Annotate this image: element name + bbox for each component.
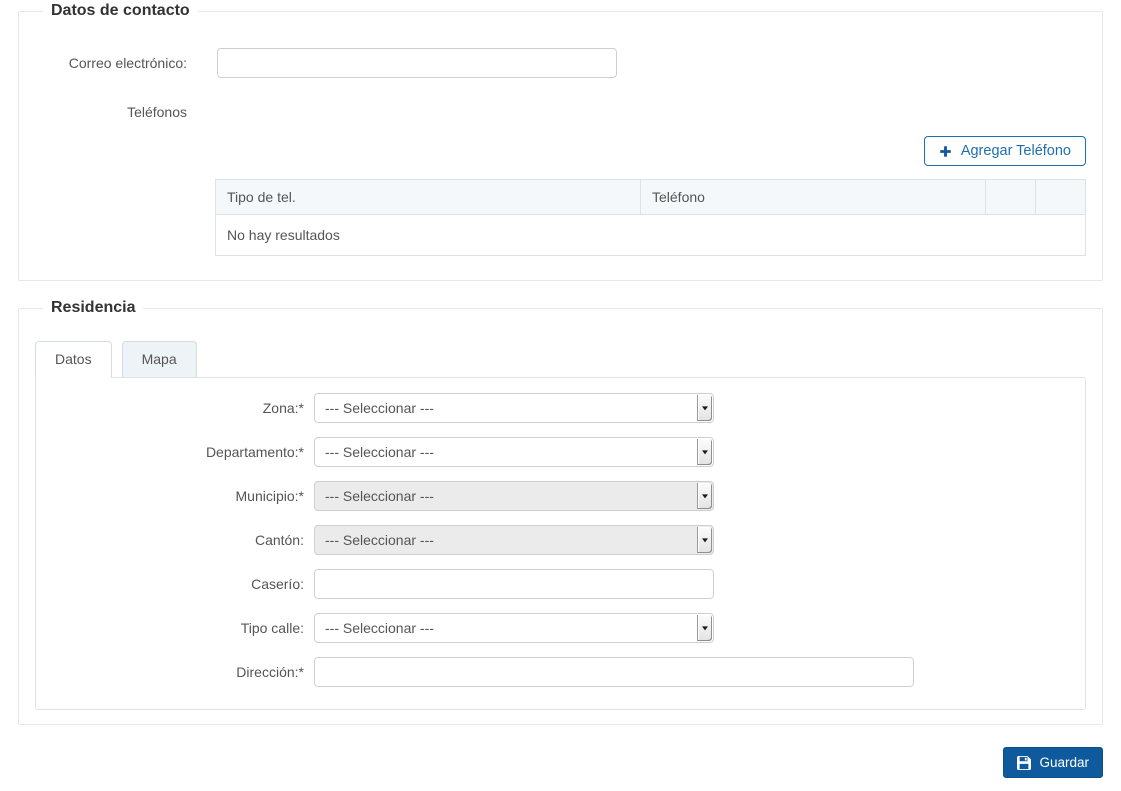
tipo-calle-row: Tipo calle: --- Seleccionar --- xyxy=(50,613,1071,643)
zona-select[interactable]: --- Seleccionar --- xyxy=(314,393,714,423)
departamento-select[interactable]: --- Seleccionar --- xyxy=(314,437,714,467)
direccion-label: Dirección:* xyxy=(236,664,304,680)
email-label: Correo electrónico: xyxy=(68,55,187,71)
phones-label: Teléfonos xyxy=(127,104,187,120)
departamento-label: Departamento:* xyxy=(205,444,304,460)
phones-table-header-row: Tipo de tel. Teléfono xyxy=(215,179,1086,215)
phones-table-empty-row: No hay resultados xyxy=(215,214,1086,256)
residence-tabs: Datos Mapa xyxy=(35,341,1086,378)
phones-table-header-phone: Teléfono xyxy=(640,179,986,215)
phones-label-row: Teléfonos xyxy=(35,104,1086,120)
tipo-calle-label: Tipo calle: xyxy=(240,620,304,636)
departamento-row: Departamento:* --- Seleccionar --- xyxy=(50,437,1071,467)
tab-datos[interactable]: Datos xyxy=(35,341,112,378)
canton-select: --- Seleccionar --- xyxy=(314,525,714,555)
municipio-select-value: --- Seleccionar --- xyxy=(325,488,434,504)
phones-table-header-action2 xyxy=(1035,179,1086,215)
save-button[interactable]: Guardar xyxy=(1003,747,1103,778)
add-phone-button[interactable]: Agregar Teléfono xyxy=(923,136,1086,166)
zona-row: Zona:* --- Seleccionar --- xyxy=(50,393,1071,423)
phones-table-header-type: Tipo de tel. xyxy=(215,179,641,215)
chevron-down-icon xyxy=(697,395,712,421)
add-phone-button-label: Agregar Teléfono xyxy=(960,143,1071,159)
zona-label: Zona:* xyxy=(262,400,304,416)
tipo-calle-select-value: --- Seleccionar --- xyxy=(325,620,434,636)
caserio-row: Caserío: xyxy=(50,569,1071,599)
residence-section-legend: Residencia xyxy=(51,299,136,316)
residence-section: Residencia Datos Mapa Zona:* --- Selecci… xyxy=(18,299,1103,725)
zona-select-value: --- Seleccionar --- xyxy=(325,400,434,416)
contact-section-legend: Datos de contacto xyxy=(51,2,190,19)
phones-table-header-action1 xyxy=(985,179,1036,215)
contact-data-section: Datos de contacto Correo electrónico: Te… xyxy=(18,2,1103,281)
save-button-label: Guardar xyxy=(1039,755,1089,770)
municipio-label: Municipio:* xyxy=(235,488,304,504)
footer-actions: Guardar xyxy=(18,747,1103,778)
plus-icon xyxy=(939,145,952,158)
canton-row: Cantón: --- Seleccionar --- xyxy=(50,525,1071,555)
departamento-select-value: --- Seleccionar --- xyxy=(325,444,434,460)
residence-datos-panel: Zona:* --- Seleccionar --- Departamento:… xyxy=(35,377,1086,710)
email-row: Correo electrónico: xyxy=(35,48,1086,78)
direccion-input[interactable] xyxy=(314,657,914,687)
municipio-row: Municipio:* --- Seleccionar --- xyxy=(50,481,1071,511)
email-input[interactable] xyxy=(217,48,617,78)
municipio-select: --- Seleccionar --- xyxy=(314,481,714,511)
chevron-down-icon xyxy=(697,527,712,553)
tipo-calle-select[interactable]: --- Seleccionar --- xyxy=(314,613,714,643)
add-phone-button-row: Agregar Teléfono xyxy=(215,136,1086,166)
caserio-label: Caserío: xyxy=(251,576,304,592)
chevron-down-icon xyxy=(697,615,712,641)
direccion-row: Dirección:* xyxy=(50,657,1071,687)
phones-content: Agregar Teléfono Tipo de tel. Teléfono N… xyxy=(215,136,1086,256)
phones-table-empty-message: No hay resultados xyxy=(215,214,1086,256)
caserio-input[interactable] xyxy=(314,569,714,599)
chevron-down-icon xyxy=(697,483,712,509)
chevron-down-icon xyxy=(697,439,712,465)
canton-label: Cantón: xyxy=(254,532,304,548)
phones-table: Tipo de tel. Teléfono No hay resultados xyxy=(215,179,1086,256)
canton-select-value: --- Seleccionar --- xyxy=(325,532,434,548)
tab-mapa[interactable]: Mapa xyxy=(121,341,197,377)
save-icon xyxy=(1017,755,1032,770)
